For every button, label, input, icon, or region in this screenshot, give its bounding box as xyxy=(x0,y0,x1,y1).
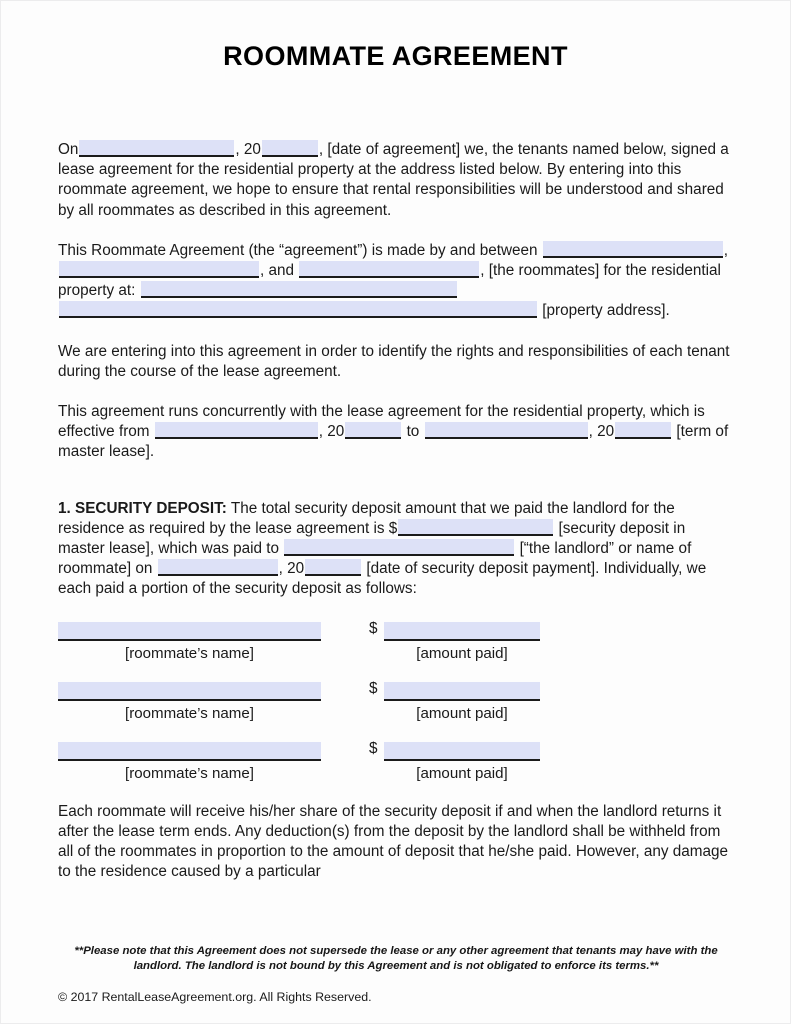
field-date-of-agreement[interactable] xyxy=(79,140,235,157)
table-row: [roommate’s name] $ [amount paid] xyxy=(58,619,734,682)
paragraph-term: This agreement runs concurrently with th… xyxy=(58,402,734,463)
currency-symbol-1: $ xyxy=(369,619,378,637)
field-deposit-payment-date[interactable] xyxy=(157,559,278,577)
footer-disclaimer: **Please note that this Agreement does n… xyxy=(74,945,718,972)
term-text-part-2: , 20 xyxy=(318,423,345,441)
amount-paid-cell-2: $ [amount paid] xyxy=(369,679,559,724)
paragraph-intro: On, 20, [date of agreement] we, the tena… xyxy=(58,140,734,221)
field-year-of-agreement[interactable] xyxy=(261,140,318,157)
caption-roommate-name-3: [roommate’s name] xyxy=(125,764,254,782)
field-roommate-name-row-2[interactable] xyxy=(58,681,321,701)
field-roommate-name-1[interactable] xyxy=(542,240,723,258)
caption-amount-paid-1: [amount paid] xyxy=(416,644,508,662)
field-property-address-line-2[interactable] xyxy=(59,301,537,319)
caption-roommate-name-2: [roommate’s name] xyxy=(125,704,254,722)
parties-text-part-2: , xyxy=(723,241,729,259)
caption-amount-paid-3: [amount paid] xyxy=(416,764,508,782)
roommate-name-cell-3: [roommate’s name] xyxy=(58,741,321,784)
currency-symbol-2: $ xyxy=(369,679,378,697)
paragraph-parties: This Roommate Agreement (the “agreement”… xyxy=(58,240,734,322)
field-roommate-name-2[interactable] xyxy=(59,261,259,279)
document-body: On, 20, [date of agreement] we, the tena… xyxy=(58,140,734,902)
footer-copyright: © 2017 RentalLeaseAgreement.org. All Rig… xyxy=(58,990,372,1004)
field-lease-end-year[interactable] xyxy=(615,422,672,440)
intro-text-part-1: On xyxy=(58,141,79,158)
section-heading: SECURITY DEPOSIT: xyxy=(75,499,227,517)
table-row: [roommate’s name] $ [amount paid] xyxy=(58,679,734,742)
term-text-part-4: , 20 xyxy=(588,423,615,441)
paragraph-deposit-closing: Each roommate will receive his/her share… xyxy=(58,802,729,881)
currency-symbol-3: $ xyxy=(369,739,378,757)
caption-roommate-name-1: [roommate’s name] xyxy=(125,644,254,662)
field-security-deposit-amount[interactable] xyxy=(398,518,554,536)
roommate-name-cell-1: [roommate’s name] xyxy=(58,621,321,664)
field-deposit-payment-year[interactable] xyxy=(305,559,362,577)
section-number: 1. xyxy=(58,499,71,517)
section-security-deposit: 1. SECURITY DEPOSIT: The total security … xyxy=(58,499,734,600)
field-deposit-paid-to[interactable] xyxy=(284,539,515,557)
page-title: ROOMMATE AGREEMENT xyxy=(223,41,568,71)
security-deposit-text-part-4: , 20 xyxy=(278,560,305,578)
field-roommate-name-3[interactable] xyxy=(299,261,480,279)
field-lease-start-date[interactable] xyxy=(154,422,318,440)
deposit-contribution-table: [roommate’s name] $ [amount paid] [roomm… xyxy=(58,619,734,802)
parties-text-part-5: [property address]. xyxy=(542,302,670,320)
field-lease-end-date[interactable] xyxy=(424,422,588,440)
field-amount-paid-row-2[interactable] xyxy=(384,681,540,701)
term-text-part-3: to xyxy=(406,423,420,441)
parties-text-part-3: , and xyxy=(260,262,295,280)
field-roommate-name-row-1[interactable] xyxy=(58,621,321,641)
field-amount-paid-row-3[interactable] xyxy=(384,741,540,761)
security-deposit-text-part-5: [date of security deposit payment]. Indi… xyxy=(58,560,707,598)
intro-text-part-2: , 20 xyxy=(235,141,261,158)
page-footer: **Please note that this Agreement does n… xyxy=(58,944,734,1004)
parties-text-part-1: This Roommate Agreement (the “agreement”… xyxy=(58,241,538,259)
field-lease-start-year[interactable] xyxy=(345,422,402,440)
document-page: ROOMMATE AGREEMENT On, 20, [date of agre… xyxy=(0,0,791,1024)
table-row: [roommate’s name] $ [amount paid] xyxy=(58,739,734,802)
amount-paid-cell-3: $ [amount paid] xyxy=(369,739,559,784)
field-amount-paid-row-1[interactable] xyxy=(384,621,540,641)
field-property-address-line-1[interactable] xyxy=(140,281,457,299)
paragraph-purpose: We are entering into this agreement in o… xyxy=(58,342,730,380)
caption-amount-paid-2: [amount paid] xyxy=(416,704,508,722)
amount-paid-cell-1: $ [amount paid] xyxy=(369,619,559,664)
roommate-name-cell-2: [roommate’s name] xyxy=(58,681,321,724)
field-roommate-name-row-3[interactable] xyxy=(58,741,321,761)
